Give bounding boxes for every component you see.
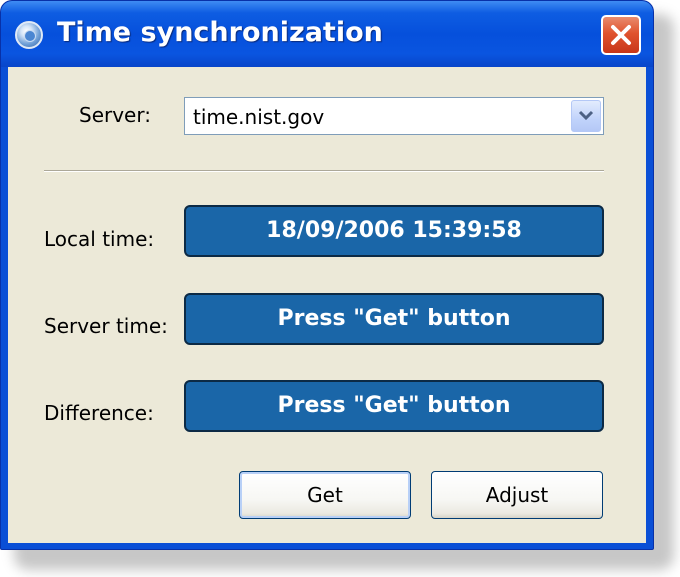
close-x-icon <box>611 25 631 45</box>
close-button[interactable] <box>601 15 641 55</box>
chevron-down-icon <box>578 110 594 121</box>
divider <box>44 170 604 172</box>
local-time-label: Local time: <box>44 227 155 251</box>
server-select-value: time.nist.gov <box>193 105 325 129</box>
clock-globe-icon <box>15 21 43 49</box>
dialog-body: Server: time.nist.gov Local time: 18/09/… <box>8 67 646 543</box>
server-time-display: Press "Get" button <box>184 293 604 345</box>
local-time-display: 18/09/2006 15:39:58 <box>184 205 604 257</box>
server-dropdown-button[interactable] <box>571 100 601 132</box>
server-time-label: Server time: <box>44 314 168 338</box>
server-label: Server: <box>79 103 151 127</box>
server-select[interactable]: time.nist.gov <box>184 97 604 135</box>
difference-display: Press "Get" button <box>184 380 604 432</box>
title-bar[interactable]: Time synchronization <box>1 1 653 67</box>
difference-label: Difference: <box>44 401 154 425</box>
adjust-button[interactable]: Adjust <box>431 471 603 519</box>
get-button[interactable]: Get <box>239 471 411 519</box>
time-sync-dialog: Time synchronization Server: time.nist.g… <box>0 0 654 550</box>
window-title: Time synchronization <box>57 17 383 48</box>
